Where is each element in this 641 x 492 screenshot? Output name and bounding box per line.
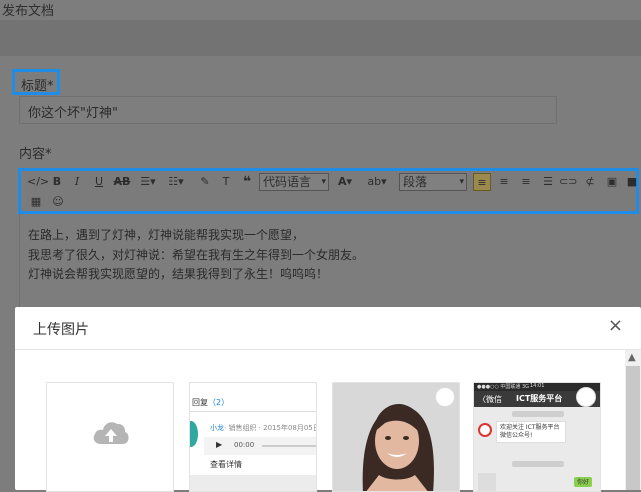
phone-time: 14:01 [530, 383, 545, 389]
upload-image-modal: 上传图片 × 回复（2） 小龙· 销售组织 · 2015年08月05日 ▶ 00… [15, 307, 641, 492]
page-title: 发布文档 [2, 4, 55, 19]
background-color-icon[interactable]: ab▾ [365, 173, 389, 191]
back-link: 〈微信 [478, 395, 502, 404]
editor-toolbar: </> B I U AB ☰▾ ☷▾ ✎ T ❝ 代码语言 ▾ A▾ ab▾ 段落… [18, 168, 639, 214]
italic-icon[interactable]: I [69, 173, 85, 191]
reply-bubble: 你好 [574, 477, 592, 487]
editor-line: 我思考了很久，对灯神说：希望在我有生之年得到一个女朋友。 [28, 247, 365, 262]
reply-count: （2） [208, 398, 230, 407]
card-footer [190, 475, 316, 491]
chevron-up-icon[interactable]: ▲ [628, 352, 636, 363]
paragraph-label: 段落 [403, 175, 428, 189]
upload-button[interactable] [46, 382, 174, 492]
scrollbar[interactable]: ▲ [625, 350, 641, 490]
user-name: 小龙 [210, 424, 224, 432]
modal-header: 上传图片 × [15, 307, 641, 350]
chat-body: 欢迎关注 ICT服务平台 微信公众号! 你好 [474, 407, 600, 491]
carrier-text: ●●●○○ 中国联通 3G [477, 384, 530, 390]
clear-format-icon[interactable]: T [219, 173, 233, 191]
logo-icon [478, 423, 492, 437]
bold-icon[interactable]: B [49, 173, 65, 191]
table-icon[interactable]: ▦ [27, 193, 45, 211]
user-meta: · 销售组织 · 2015年08月05日 [224, 424, 317, 432]
quote-icon[interactable]: ❝ [239, 173, 255, 191]
avatar [190, 421, 198, 447]
header-band [0, 20, 641, 56]
select-checkbox[interactable] [435, 387, 455, 407]
more-link: 查看详情 [210, 460, 242, 469]
close-icon[interactable]: × [608, 315, 623, 336]
image-thumbnail[interactable]: ●●●○○ 中国联通 3G 14:01 〈微信 ICT服务平台 欢迎关注 ICT… [473, 382, 601, 492]
align-left-icon[interactable]: ≡ [473, 173, 491, 191]
link-icon[interactable]: ⊂⊃ [559, 173, 577, 191]
emoji-icon[interactable]: ☺ [49, 193, 67, 211]
player-time: 00:00 [234, 441, 255, 449]
chevron-down-icon: ▾ [459, 177, 464, 187]
video-icon[interactable]: ■ [625, 173, 639, 191]
align-center-icon[interactable]: ≡ [495, 173, 513, 191]
reply-heading: 回复（2） [192, 397, 229, 408]
strikethrough-icon[interactable]: AB [113, 173, 131, 191]
editor-line: 灯神说会帮我实现愿望的，结果我得到了永生！呜呜呜！ [28, 267, 329, 281]
editor-content[interactable]: 在路上，遇到了灯神，灯神说能帮我实现一个愿望， 我思考了很久，对灯神说：希望在我… [19, 214, 639, 314]
chat-title: ICT服务平台 [516, 394, 563, 403]
chevron-down-icon: ▾ [321, 177, 326, 187]
image-icon[interactable]: ▣ [603, 173, 621, 191]
cloud-upload-icon [93, 422, 129, 444]
unordered-list-icon[interactable]: ☷▾ [165, 173, 187, 191]
unlink-icon[interactable]: ⊄ [581, 173, 599, 191]
avatar [478, 473, 496, 491]
underline-icon[interactable]: U [91, 173, 107, 191]
title-input[interactable]: 你这个坏"灯神" [19, 96, 557, 124]
align-right-icon[interactable]: ≡ [517, 173, 535, 191]
ordered-list-icon[interactable]: ☰▾ [137, 173, 159, 191]
progress-bar [262, 445, 316, 447]
source-code-icon[interactable]: </> [27, 173, 49, 191]
editor-line: 在路上，遇到了灯神，灯神说能帮我实现一个愿望， [28, 228, 305, 242]
modal-title: 上传图片 [33, 322, 89, 338]
date-chip [512, 411, 564, 417]
brush-icon[interactable]: ✎ [197, 173, 213, 191]
reply-text: 回复 [192, 398, 208, 407]
image-thumbnail[interactable]: 回复（2） 小龙· 销售组织 · 2015年08月05日 ▶ 00:00 查看详… [189, 382, 317, 492]
scrollbar-thumb[interactable] [626, 366, 640, 490]
font-color-icon[interactable]: A▾ [335, 173, 355, 191]
reply-user: 小龙· 销售组织 · 2015年08月05日 [210, 423, 317, 433]
select-checkbox[interactable] [576, 387, 596, 407]
content-field-label: 内容* [19, 147, 52, 162]
code-language-select[interactable]: 代码语言 ▾ [259, 173, 329, 191]
justify-icon[interactable]: ☰ [539, 173, 557, 191]
play-icon: ▶ [216, 440, 223, 449]
audio-player: ▶ 00:00 [204, 437, 316, 455]
image-thumbnail[interactable] [332, 382, 460, 492]
title-field-label: 标题* [12, 69, 60, 95]
date-chip [512, 461, 564, 467]
chat-bubble: 欢迎关注 ICT服务平台 微信公众号! [496, 421, 566, 443]
code-language-label: 代码语言 [263, 175, 312, 189]
divider [190, 411, 316, 412]
paragraph-select[interactable]: 段落 ▾ [399, 173, 467, 191]
